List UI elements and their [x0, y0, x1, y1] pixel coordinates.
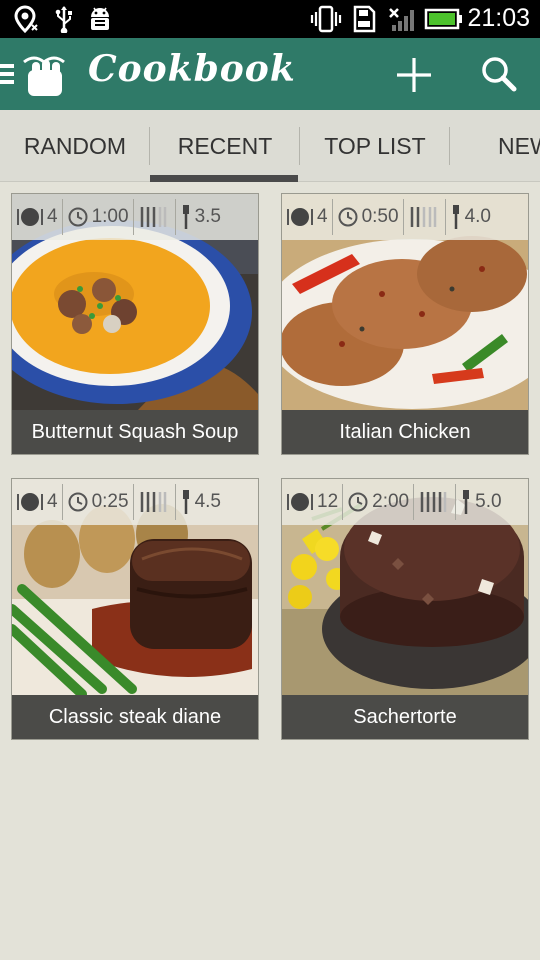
sd-card-icon	[350, 5, 378, 38]
clock-icon	[68, 207, 88, 227]
recipe-card[interactable]: 12 2:00 5.0 Sachertorte	[281, 478, 529, 740]
servings-icon	[287, 208, 313, 226]
app-title: Cookbook	[88, 48, 296, 90]
selected-tab-indicator	[150, 175, 298, 182]
location-icon	[12, 5, 42, 38]
clock-icon	[348, 492, 368, 512]
recipe-card[interactable]: 4 0:50 4.0 Italian Chicken	[281, 193, 529, 455]
recipe-photo: 12 2:00 5.0	[282, 479, 528, 695]
servings-icon	[287, 493, 313, 511]
recipe-name: Sachertorte	[282, 695, 528, 739]
servings-count: 12	[317, 491, 339, 512]
search-icon[interactable]	[480, 55, 518, 98]
recipe-name: Italian Chicken	[282, 410, 528, 454]
clock-icon	[68, 492, 88, 512]
recipe-info-bar: 4 0:50 4.0	[282, 194, 528, 240]
difficulty-icon	[140, 492, 166, 512]
servings-count: 4	[47, 206, 58, 227]
clock-time: 21:03	[467, 4, 530, 32]
rating-value: 5.0	[475, 491, 502, 512]
recipe-photo: 4 1:00 3.5	[12, 194, 258, 410]
tab-random[interactable]: RANDOM	[0, 110, 150, 181]
no-signal-icon	[386, 5, 418, 38]
cook-time: 2:00	[372, 491, 410, 512]
difficulty-icon	[140, 207, 166, 227]
servings-count: 4	[317, 206, 328, 227]
battery-icon	[424, 5, 464, 38]
action-bar: Cookbook	[0, 38, 540, 110]
recipe-info-bar: 4 1:00 3.5	[12, 194, 258, 240]
cook-time: 1:00	[91, 206, 129, 227]
tab-new[interactable]: NEW	[450, 110, 540, 181]
recipe-name: Classic steak diane	[12, 695, 258, 739]
tab-bar: RANDOM RECENT TOP LIST NEW	[0, 110, 540, 182]
tab-top-list[interactable]: TOP LIST	[300, 110, 450, 181]
recipe-card[interactable]: 4 1:00 3.5 Butternut Squash Soup	[11, 193, 259, 455]
rating-fork-icon	[452, 205, 459, 229]
app-logo-icon[interactable]	[18, 48, 70, 105]
rating-value: 4.0	[464, 206, 491, 227]
recipe-card[interactable]: 4 0:25 4.5 Classic steak diane	[11, 478, 259, 740]
servings-icon	[17, 493, 43, 511]
rating-value: 4.5	[194, 491, 221, 512]
recipe-info-bar: 12 2:00 5.0	[282, 479, 528, 525]
clock-icon	[338, 207, 358, 227]
android-debug-icon	[86, 5, 114, 38]
cook-time: 0:50	[361, 206, 399, 227]
recipe-photo: 4 0:25 4.5	[12, 479, 258, 695]
vibrate-icon	[310, 5, 342, 38]
usb-icon	[52, 5, 76, 38]
rating-fork-icon	[182, 490, 189, 514]
menu-icon[interactable]	[0, 62, 16, 91]
servings-icon	[17, 208, 43, 226]
difficulty-icon	[410, 207, 436, 227]
difficulty-icon	[420, 492, 447, 512]
status-bar: 21:03	[0, 0, 540, 38]
recipe-name: Butternut Squash Soup	[12, 410, 258, 454]
tab-recent[interactable]: RECENT	[150, 110, 300, 181]
rating-value: 3.5	[194, 206, 221, 227]
servings-count: 4	[47, 491, 58, 512]
recipe-photo: 4 0:50 4.0	[282, 194, 528, 410]
rating-fork-icon	[463, 490, 470, 514]
recipe-info-bar: 4 0:25 4.5	[12, 479, 258, 525]
rating-fork-icon	[182, 205, 189, 229]
cook-time: 0:25	[91, 491, 129, 512]
add-icon[interactable]	[394, 55, 434, 100]
